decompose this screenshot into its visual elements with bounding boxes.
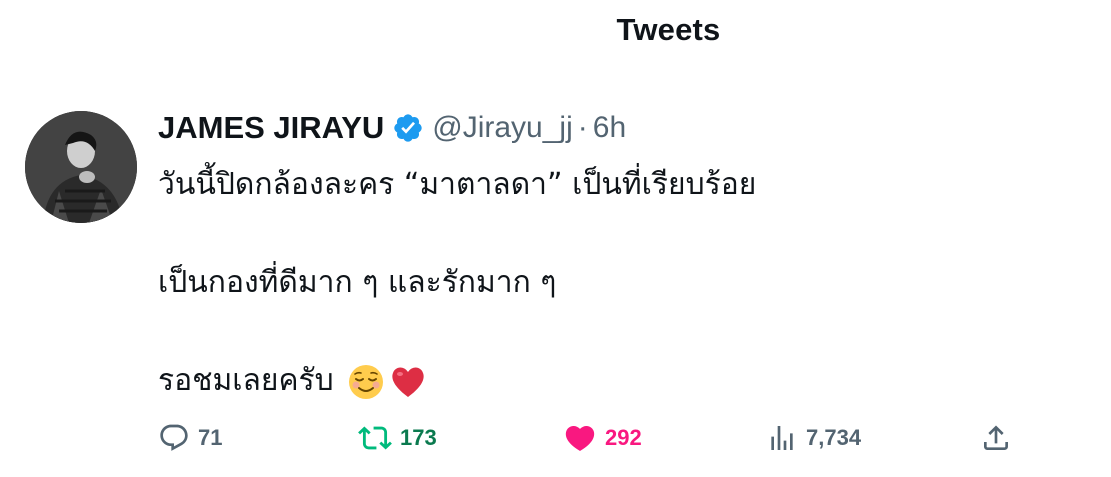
tweet-line: เป็นกองที่ดีมาก ๆ และรักมาก ๆ <box>158 265 557 300</box>
smiling-face-emoji <box>347 363 385 401</box>
red-heart-emoji <box>389 363 427 401</box>
tweet-timestamp[interactable]: 6h <box>593 111 626 145</box>
reply-icon <box>158 422 190 454</box>
author-handle[interactable]: @Jirayu_jj <box>432 111 573 145</box>
reply-button[interactable]: 71 <box>158 418 222 458</box>
share-icon <box>980 422 1012 454</box>
like-button[interactable]: 292 <box>563 418 642 458</box>
author-name[interactable]: JAMES JIRAYU <box>158 110 384 146</box>
verified-badge-icon <box>392 112 424 144</box>
tweet-text: วันนี้ปิดกล้องละคร “มาตาลดา” เป็นที่เรีย… <box>158 160 1058 405</box>
page-title: Tweets <box>616 12 721 47</box>
separator-dot: · <box>577 111 588 144</box>
share-button[interactable] <box>980 418 1012 458</box>
retweet-icon <box>358 421 392 455</box>
tweet-line: วันนี้ปิดกล้องละคร “มาตาลดา” เป็นที่เรีย… <box>158 167 757 202</box>
views-count: 7,734 <box>806 425 862 450</box>
heart-icon <box>563 421 597 455</box>
reply-count: 71 <box>198 425 223 450</box>
tweet-actions: 71 173 292 7,734 <box>158 418 1018 458</box>
like-count: 292 <box>605 425 642 450</box>
avatar[interactable] <box>25 111 137 223</box>
tweet-line-text: รอชมเลยครับ <box>158 363 334 398</box>
tweet-line-last: รอชมเลยครับ <box>158 356 1058 405</box>
retweet-count: 173 <box>400 425 437 450</box>
analytics-icon <box>766 422 798 454</box>
avatar-photo <box>25 111 137 223</box>
retweet-button[interactable]: 173 <box>358 418 437 458</box>
views-button[interactable]: 7,734 <box>766 418 861 458</box>
tweet-header: JAMES JIRAYU @Jirayu_jj · 6h <box>158 108 626 148</box>
